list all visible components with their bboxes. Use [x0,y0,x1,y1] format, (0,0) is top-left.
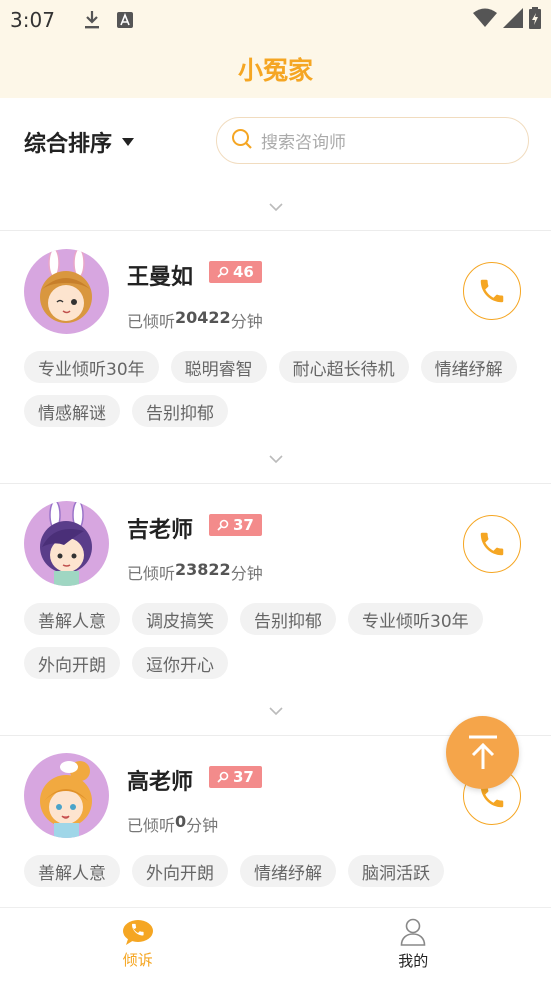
rating-badge: 37 [209,766,262,788]
tag: 专业倾听30年 [24,351,159,383]
tag: 专业倾听30年 [348,603,483,635]
chevron-down-icon [268,449,283,468]
tag: 逗你开心 [132,647,228,679]
expand-tags-button[interactable] [0,445,551,471]
search-icon [217,266,229,278]
back-to-top-button[interactable] [446,716,519,789]
counselor-name: 王曼如 [127,265,194,290]
tag-list: 善解人意 调皮搞笑 告别抑郁 专业倾听30年 外向开朗 逗你开心 [24,603,534,679]
listened-prefix: 已倾听 [127,312,176,331]
tab-mine-label: 我的 [398,952,429,970]
listened-unit: 分钟 [186,816,219,835]
tag: 情绪纾解 [240,855,336,887]
listened-unit: 分钟 [230,564,263,583]
tag: 聪明睿智 [170,351,267,383]
tag: 脑洞活跃 [348,855,444,887]
tag: 告别抑郁 [240,603,336,635]
avatar [24,753,109,838]
tag: 耐心超长待机 [278,351,409,383]
signal-icon [503,8,523,32]
app-bar: 小冤家 [0,40,551,98]
badge-count: 37 [233,768,254,786]
rating-badge: 37 [209,514,262,536]
call-button[interactable] [463,515,521,573]
search-icon [217,771,229,783]
search-icon [231,128,253,154]
avatar [24,501,109,586]
chevron-down-icon [268,701,283,720]
badge-count: 37 [233,516,254,534]
listened-value: 20422 [175,308,231,327]
search-input[interactable]: 搜索咨询师 [216,117,529,164]
sort-label: 综合排序 [24,132,113,157]
tag: 情感解谜 [24,395,120,427]
counselor-name: 高老师 [127,770,194,795]
tag: 善解人意 [24,603,120,635]
tab-talk[interactable]: 倾诉 [0,908,276,981]
tag: 调皮搞笑 [132,603,228,635]
listened-unit: 分钟 [230,312,263,331]
tag-list: 善解人意 外向开朗 情绪纾解 脑洞活跃 [24,855,534,887]
tag: 外向开朗 [24,647,120,679]
tag: 善解人意 [24,855,120,887]
filter-bar: 综合排序 搜索咨询师 [0,98,551,186]
status-bar: 3:07 [0,0,551,40]
listened-stats: 已倾听 0 分钟 [127,812,218,836]
battery-icon [529,7,541,33]
tab-talk-label: 倾诉 [122,951,153,969]
app-title: 小冤家 [237,56,313,85]
rating-badge: 46 [209,261,262,283]
tag: 告别抑郁 [132,395,228,427]
listened-stats: 已倾听 20422 分钟 [127,308,263,332]
search-icon [217,519,229,531]
bottom-tab-bar: 倾诉 我的 [0,907,551,981]
chevron-down-icon [268,197,283,216]
wifi-icon [473,8,497,32]
sort-dropdown[interactable]: 综合排序 [24,126,135,158]
listened-prefix: 已倾听 [127,816,176,835]
phone-chat-icon [122,920,153,945]
tag: 外向开朗 [132,855,228,887]
search-placeholder: 搜索咨询师 [261,133,346,153]
counselor-card[interactable]: 王曼如 46 已倾听 20422 分钟 专业倾听30年 聪明睿智 耐心超长待机 情绪… [0,231,551,483]
avatar [24,249,109,334]
counselor-name: 吉老师 [127,518,194,543]
caret-down-icon [122,138,135,146]
listened-prefix: 已倾听 [127,564,176,583]
tab-mine[interactable]: 我的 [276,908,551,981]
download-icon [83,10,101,30]
badge-count: 46 [233,263,254,281]
counselor-card[interactable]: 吉老师 37 已倾听 23822 分钟 善解人意 调皮搞笑 告别抑郁 专业倾听30年… [0,484,551,736]
tag-list: 专业倾听30年 聪明睿智 耐心超长待机 情绪纾解 情感解谜 告别抑郁 [24,351,534,427]
call-button[interactable] [463,262,521,320]
phone-icon [480,279,504,303]
listened-value: 23822 [175,560,231,579]
text-icon [116,12,133,28]
back-to-top-icon [468,735,497,769]
phone-icon [480,532,504,556]
status-time: 3:07 [10,8,55,32]
person-icon [400,918,426,946]
listened-stats: 已倾听 23822 分钟 [127,560,263,584]
listened-value: 0 [175,812,187,831]
expand-filter-button[interactable] [0,193,551,219]
tag: 情绪纾解 [420,351,517,383]
